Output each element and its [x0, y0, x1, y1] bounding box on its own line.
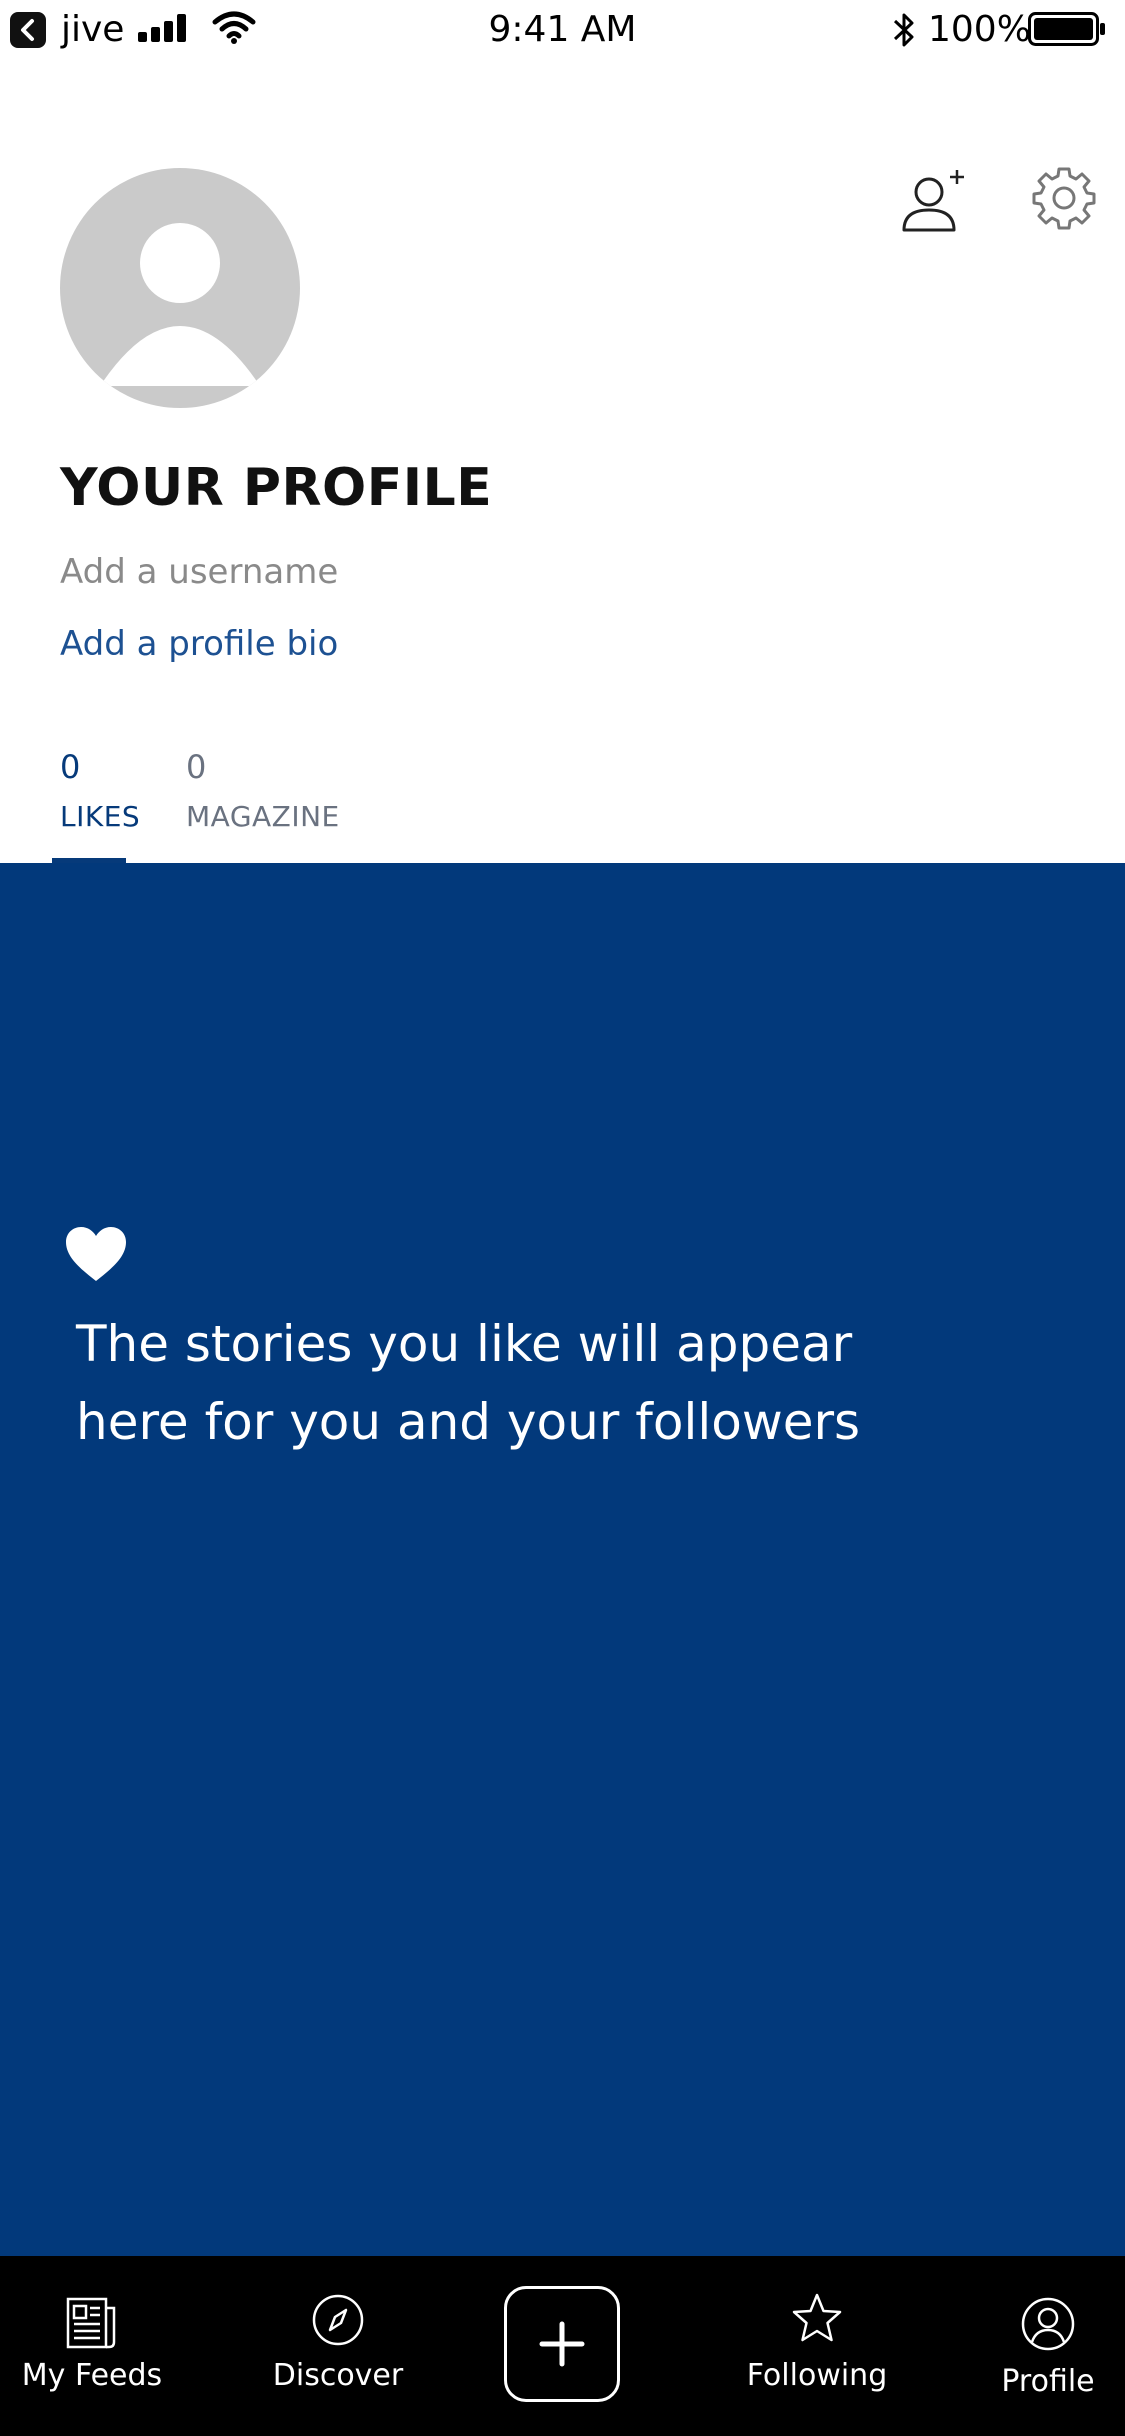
- heart-icon: [66, 1227, 126, 1281]
- nav-profile[interactable]: Profile: [985, 2256, 1111, 2436]
- avatar[interactable]: [60, 168, 300, 408]
- tab-magazine[interactable]: 0 MAGAZINE: [186, 748, 340, 834]
- empty-state-message: The stories you like will appear here fo…: [76, 1305, 976, 1461]
- nav-following[interactable]: Following: [724, 2256, 910, 2436]
- star-icon: [792, 2293, 842, 2342]
- plus-icon: [539, 2321, 585, 2367]
- status-bar: jive 9:41 AM 100%: [0, 0, 1125, 62]
- empty-state-line-2: here for you and your followers: [76, 1393, 861, 1451]
- nav-my-feeds[interactable]: My Feeds: [0, 2256, 184, 2436]
- compass-icon: [312, 2294, 364, 2346]
- page-title: YOUR PROFILE: [60, 458, 493, 518]
- battery-icon: [1028, 12, 1105, 46]
- nav-discover[interactable]: Discover: [248, 2256, 428, 2436]
- magazine-count: 0: [186, 748, 207, 786]
- tab-magazine-label: MAGAZINE: [186, 800, 340, 833]
- add-friend-icon[interactable]: [900, 168, 970, 238]
- settings-gear-icon[interactable]: [1032, 166, 1096, 230]
- likes-empty-state-panel: The stories you like will appear here fo…: [0, 863, 1125, 2256]
- bluetooth-icon: [893, 13, 914, 47]
- create-button[interactable]: [504, 2286, 620, 2402]
- bottom-tab-bar: My Feeds Discover Following Profile: [0, 2256, 1125, 2436]
- battery-percentage: 100%: [928, 9, 1031, 50]
- tab-likes[interactable]: 0 LIKES: [60, 748, 140, 834]
- person-circle-icon: [1021, 2297, 1075, 2351]
- default-avatar-icon: [100, 223, 260, 386]
- empty-state-line-1: The stories you like will appear: [76, 1315, 853, 1373]
- nav-discover-label: Discover: [272, 2358, 404, 2393]
- nav-my-feeds-label: My Feeds: [21, 2358, 163, 2393]
- nav-profile-label: Profile: [1001, 2364, 1095, 2399]
- newspaper-icon: [66, 2297, 116, 2349]
- nav-following-label: Following: [746, 2358, 888, 2393]
- tab-likes-label: LIKES: [60, 800, 141, 833]
- likes-count: 0: [60, 748, 81, 786]
- add-username-link[interactable]: Add a username: [60, 552, 338, 592]
- add-profile-bio-link[interactable]: Add a profile bio: [60, 624, 338, 664]
